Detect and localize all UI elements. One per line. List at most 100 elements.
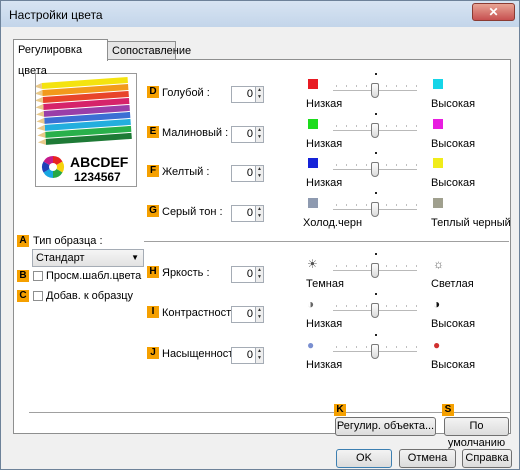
- slider-center-mark: [375, 113, 377, 115]
- tone-1-spinner[interactable]: ▲ ▼: [255, 306, 264, 323]
- arrow-up-icon[interactable]: ▲: [256, 87, 263, 94]
- slider-tick: [366, 85, 367, 87]
- tone-0-high-icon: ☼: [433, 257, 444, 271]
- slider-tick: [336, 346, 337, 348]
- slider-tick: [336, 85, 337, 87]
- arrow-up-icon[interactable]: ▲: [256, 166, 263, 173]
- ok-button[interactable]: OK: [336, 449, 392, 468]
- color-1-label: Малиновый :: [162, 127, 229, 139]
- tone-2-spinner[interactable]: ▲ ▼: [255, 347, 264, 364]
- color-1-slider-thumb[interactable]: [371, 123, 379, 138]
- slider-tick: [416, 305, 417, 307]
- slider-tick: [416, 125, 417, 127]
- slider-tick: [386, 85, 387, 87]
- arrow-down-icon[interactable]: ▼: [256, 274, 263, 281]
- color-0-value-input[interactable]: 0: [231, 86, 256, 103]
- arrow-down-icon[interactable]: ▼: [256, 94, 263, 101]
- color-3-value-input[interactable]: 0: [231, 205, 256, 222]
- slider-tick: [366, 265, 367, 267]
- slider-tick: [406, 305, 407, 307]
- tone-2-high-icon: ●: [433, 338, 441, 352]
- slider-tick: [416, 346, 417, 348]
- badge-j: J: [147, 347, 159, 359]
- color-3-spinner[interactable]: ▲ ▼: [255, 205, 264, 222]
- color-2-low-swatch: [308, 158, 318, 168]
- slider-tick: [346, 164, 347, 166]
- tone-0-high-label: Светлая: [431, 278, 474, 290]
- slider-tick: [356, 85, 357, 87]
- tone-0-low-label: Темная: [306, 278, 344, 290]
- tone-0-low-icon: ☀: [307, 257, 318, 271]
- color-3-slider-thumb[interactable]: [371, 202, 379, 217]
- slider-tick: [356, 204, 357, 206]
- default-button[interactable]: По умолчанию: [444, 417, 509, 449]
- slider-tick: [396, 85, 397, 87]
- tone-1-value-input[interactable]: 0: [231, 306, 256, 323]
- arrow-down-icon[interactable]: ▼: [256, 173, 263, 180]
- slider-tick: [396, 346, 397, 348]
- tone-0-value-input[interactable]: 0: [231, 266, 256, 283]
- color-2-slider-thumb[interactable]: [371, 162, 379, 177]
- slider-tick: [396, 265, 397, 267]
- add-to-sample-label: Добав. к образцу: [46, 290, 134, 302]
- color-2-spinner[interactable]: ▲ ▼: [255, 165, 264, 182]
- badge-f: F: [147, 165, 159, 177]
- tone-1-low-icon: ◑: [307, 297, 315, 311]
- tone-1-slider-thumb[interactable]: [371, 303, 379, 318]
- color-settings-dialog: Настройки цвета ✕ Регулировка цвета Сопо…: [0, 0, 520, 470]
- slider-tick: [416, 265, 417, 267]
- sample-type-select[interactable]: Стандарт ▼: [32, 249, 144, 267]
- arrow-up-icon[interactable]: ▲: [256, 206, 263, 213]
- slider-tick: [366, 346, 367, 348]
- slider-tick: [346, 265, 347, 267]
- slider-tick: [346, 305, 347, 307]
- cancel-button[interactable]: Отмена: [399, 449, 456, 468]
- slider-tick: [406, 346, 407, 348]
- tone-0-slider-thumb[interactable]: [371, 263, 379, 278]
- tone-2-high-label: Высокая: [431, 359, 476, 371]
- tab-color-adjustment[interactable]: Регулировка цвета: [13, 39, 108, 77]
- arrow-up-icon[interactable]: ▲: [256, 127, 263, 134]
- close-button[interactable]: ✕: [472, 3, 515, 21]
- add-to-sample-checkbox[interactable]: [33, 291, 43, 301]
- color-0-spinner[interactable]: ▲ ▼: [255, 86, 264, 103]
- arrow-down-icon[interactable]: ▼: [256, 314, 263, 321]
- color-2-value-input[interactable]: 0: [231, 165, 256, 182]
- color-0-low-swatch: [308, 79, 318, 89]
- slider-tick: [386, 346, 387, 348]
- arrow-up-icon[interactable]: ▲: [256, 267, 263, 274]
- color-3-high-swatch: [433, 198, 443, 208]
- separator-bottom: [29, 412, 510, 414]
- arrow-down-icon[interactable]: ▼: [256, 355, 263, 362]
- slider-tick: [356, 164, 357, 166]
- adjust-object-button[interactable]: Регулир. объекта...: [335, 417, 436, 436]
- arrow-up-icon[interactable]: ▲: [256, 348, 263, 355]
- color-1-spinner[interactable]: ▲ ▼: [255, 126, 264, 143]
- color-0-label: Голубой :: [162, 87, 210, 99]
- tone-2-slider-thumb[interactable]: [371, 344, 379, 359]
- slider-tick: [346, 346, 347, 348]
- slider-tick: [366, 305, 367, 307]
- slider-tick: [396, 164, 397, 166]
- slider-tick: [386, 204, 387, 206]
- arrow-down-icon[interactable]: ▼: [256, 134, 263, 141]
- tone-0-spinner[interactable]: ▲ ▼: [255, 266, 264, 283]
- tone-1-high-icon: ◑: [433, 297, 441, 311]
- color-1-low-label: Низкая: [306, 138, 343, 150]
- arrow-up-icon[interactable]: ▲: [256, 307, 263, 314]
- view-pattern-checkbox[interactable]: [33, 271, 43, 281]
- tab-matching[interactable]: Сопоставление: [107, 41, 191, 59]
- slider-tick: [346, 204, 347, 206]
- help-button[interactable]: Справка: [462, 449, 512, 468]
- color-1-value-input[interactable]: 0: [231, 126, 256, 143]
- arrow-down-icon[interactable]: ▼: [256, 213, 263, 220]
- tone-1-low-label: Низкая: [306, 318, 343, 330]
- tone-2-value-input[interactable]: 0: [231, 347, 256, 364]
- slider-tick: [366, 125, 367, 127]
- badge-g: G: [147, 205, 159, 217]
- color-3-low-swatch: [308, 198, 318, 208]
- tone-2-low-label: Низкая: [306, 359, 343, 371]
- tone-1-high-label: Высокая: [431, 318, 476, 330]
- color-0-slider-thumb[interactable]: [371, 83, 379, 98]
- slider-tick: [366, 204, 367, 206]
